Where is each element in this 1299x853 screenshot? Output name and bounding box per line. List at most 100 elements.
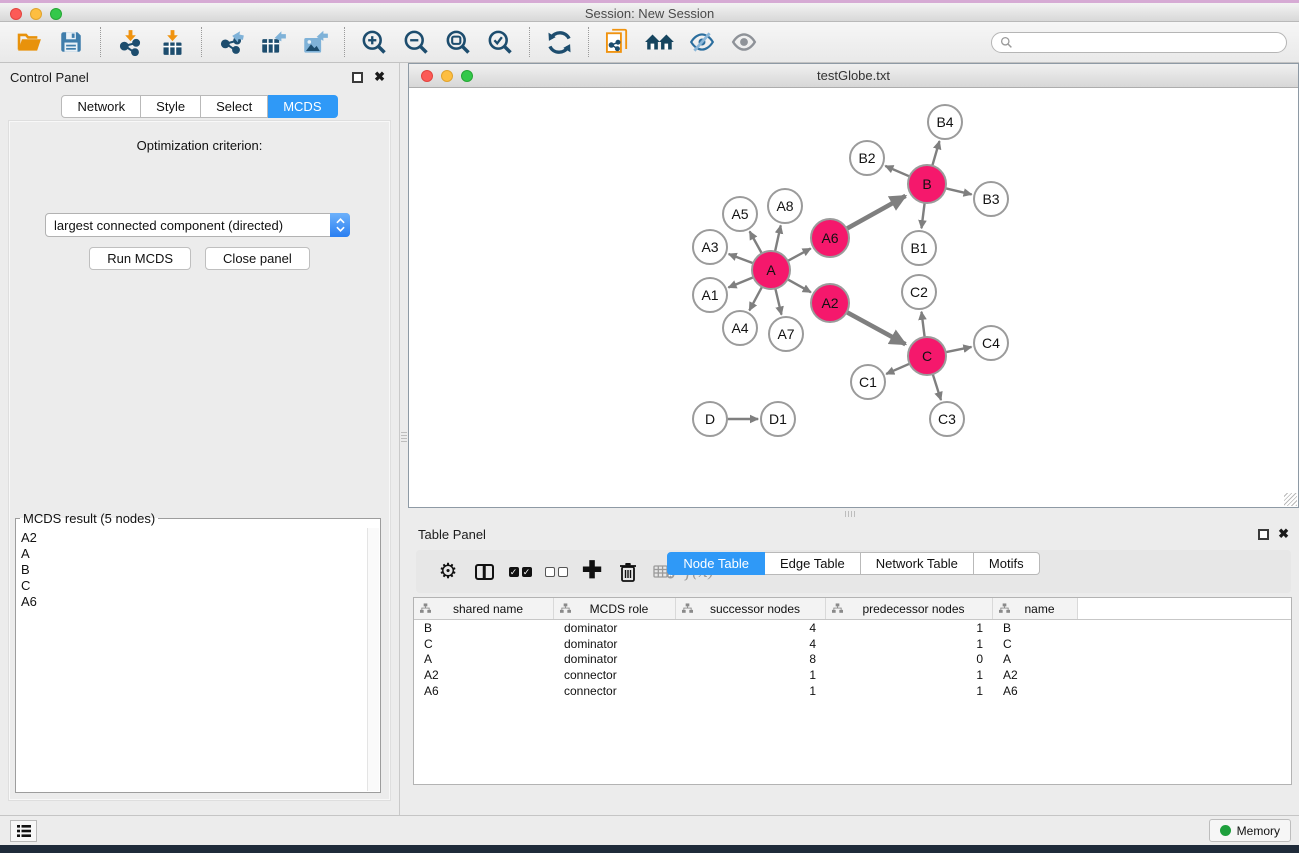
- network-graph[interactable]: B4 B2 B B3 A5 A8 A6 A3 B1 A A1 C2 A2 A4 A7 C4 C C1 C3 D D1: [409, 88, 1298, 508]
- mcds-result-item[interactable]: C: [21, 578, 367, 594]
- edge-A-A7[interactable]: [775, 288, 781, 314]
- table-tab-node-table[interactable]: Node Table: [667, 552, 765, 575]
- node-A7[interactable]: A7: [769, 317, 803, 351]
- node-B1[interactable]: B1: [902, 231, 936, 265]
- edge-A-A8[interactable]: [775, 225, 781, 251]
- node-C[interactable]: C: [908, 337, 946, 375]
- svg-text:C2: C2: [910, 284, 928, 300]
- node-A3[interactable]: A3: [693, 230, 727, 264]
- optimization-criterion-select[interactable]: largest connected component (directed): [45, 213, 350, 237]
- table-panel-title: Table Panel: [418, 527, 486, 542]
- edge-C-C2[interactable]: [921, 312, 924, 337]
- edge-A-A5[interactable]: [750, 231, 762, 253]
- node-B[interactable]: B: [908, 165, 946, 203]
- node-A4[interactable]: A4: [723, 311, 757, 345]
- node-A1[interactable]: A1: [693, 278, 727, 312]
- tab-style[interactable]: Style: [141, 95, 201, 118]
- node-C4[interactable]: C4: [974, 326, 1008, 360]
- search-field[interactable]: [991, 32, 1287, 53]
- result-scrollbar[interactable]: [367, 528, 379, 791]
- task-history-button[interactable]: [10, 820, 37, 842]
- edge-B-B3[interactable]: [945, 188, 971, 194]
- tab-select[interactable]: Select: [201, 95, 268, 118]
- close-panel-icon[interactable]: ✖: [374, 69, 385, 85]
- float-table-panel-icon[interactable]: [1258, 529, 1269, 540]
- edge-A-A4[interactable]: [749, 287, 762, 311]
- edge-A-A1[interactable]: [728, 277, 753, 287]
- mcds-result-item[interactable]: B: [21, 562, 367, 578]
- node-A[interactable]: A: [752, 251, 790, 289]
- node-A5[interactable]: A5: [723, 197, 757, 231]
- node-C3[interactable]: C3: [930, 402, 964, 436]
- zoom-out-icon[interactable]: [399, 26, 433, 58]
- import-network-icon[interactable]: [113, 26, 147, 58]
- edge-A-A3[interactable]: [729, 254, 754, 263]
- node-A6[interactable]: A6: [811, 219, 849, 257]
- application-window: Session: New Session: [0, 0, 1299, 853]
- node-C2[interactable]: C2: [902, 275, 936, 309]
- show-all-eye-icon[interactable]: [727, 26, 761, 58]
- table-tab-motifs[interactable]: Motifs: [974, 552, 1040, 575]
- export-image-icon[interactable]: [298, 26, 332, 58]
- panel-divider-grip[interactable]: [401, 430, 407, 442]
- run-mcds-button[interactable]: Run MCDS: [89, 247, 191, 270]
- edge-A6-B[interactable]: [847, 196, 906, 229]
- table-tab-edge-table[interactable]: Edge Table: [765, 552, 861, 575]
- float-panel-icon[interactable]: [352, 72, 363, 83]
- edge-B-B2[interactable]: [885, 166, 909, 177]
- edge-C-C3[interactable]: [933, 374, 941, 400]
- svg-text:B2: B2: [858, 150, 875, 166]
- edge-B-B1[interactable]: [921, 203, 924, 228]
- zoom-in-icon[interactable]: [357, 26, 391, 58]
- open-file-icon[interactable]: [12, 26, 46, 58]
- svg-text:D: D: [705, 411, 715, 427]
- edge-A2-C[interactable]: [847, 312, 906, 344]
- svg-text:A7: A7: [777, 326, 794, 342]
- main-toolbar: [0, 22, 1299, 63]
- mcds-result-item[interactable]: A: [21, 546, 367, 562]
- edge-A-A2[interactable]: [788, 279, 811, 292]
- node-D1[interactable]: D1: [761, 402, 795, 436]
- import-table-icon[interactable]: [155, 26, 189, 58]
- tab-network[interactable]: Network: [61, 95, 141, 118]
- apply-layout-icon[interactable]: [542, 26, 576, 58]
- edge-A-A6[interactable]: [788, 248, 811, 261]
- close-table-panel-icon[interactable]: ✖: [1278, 526, 1289, 542]
- close-panel-button[interactable]: Close panel: [205, 247, 310, 270]
- selected-criterion-value: largest connected component (directed): [46, 218, 330, 233]
- network-canvas[interactable]: B4 B2 B B3 A5 A8 A6 A3 B1 A A1 C2 A2 A4 A7 C4 C C1 C3 D D1: [409, 88, 1298, 507]
- edge-B-B4[interactable]: [932, 141, 939, 166]
- window-resize-grip[interactable]: [1284, 493, 1297, 506]
- export-network-icon[interactable]: [214, 26, 248, 58]
- hide-selected-eye-slash-icon[interactable]: [685, 26, 719, 58]
- mcds-result-list: A2ABCA6: [17, 528, 367, 791]
- new-network-from-selection-icon[interactable]: [601, 26, 635, 58]
- zoom-fit-icon[interactable]: [441, 26, 475, 58]
- tab-mcds[interactable]: MCDS: [268, 95, 337, 118]
- save-session-icon[interactable]: [54, 26, 88, 58]
- first-neighbors-icon[interactable]: [643, 26, 677, 58]
- split-divider-grip[interactable]: [845, 511, 855, 517]
- export-table-icon[interactable]: [256, 26, 290, 58]
- node-B4[interactable]: B4: [928, 105, 962, 139]
- svg-text:C: C: [922, 348, 932, 364]
- toolbar-separator: [344, 27, 345, 57]
- node-A2[interactable]: A2: [811, 284, 849, 322]
- svg-text:B1: B1: [910, 240, 927, 256]
- search-input[interactable]: [1018, 35, 1278, 49]
- mcds-result-item[interactable]: A2: [21, 530, 367, 546]
- node-A8[interactable]: A8: [768, 189, 802, 223]
- edge-C-C1[interactable]: [886, 364, 909, 374]
- node-C1[interactable]: C1: [851, 365, 885, 399]
- memory-button[interactable]: Memory: [1209, 819, 1291, 842]
- zoom-selected-icon[interactable]: [483, 26, 517, 58]
- toolbar-separator: [100, 27, 101, 57]
- search-icon: [1000, 36, 1013, 49]
- edge-C-C4[interactable]: [946, 347, 972, 352]
- node-D[interactable]: D: [693, 402, 727, 436]
- mcds-result-item[interactable]: A6: [21, 594, 367, 610]
- control-panel-tabs: NetworkStyleSelectMCDS: [0, 95, 399, 118]
- table-tab-network-table[interactable]: Network Table: [861, 552, 974, 575]
- node-B2[interactable]: B2: [850, 141, 884, 175]
- node-B3[interactable]: B3: [974, 182, 1008, 216]
